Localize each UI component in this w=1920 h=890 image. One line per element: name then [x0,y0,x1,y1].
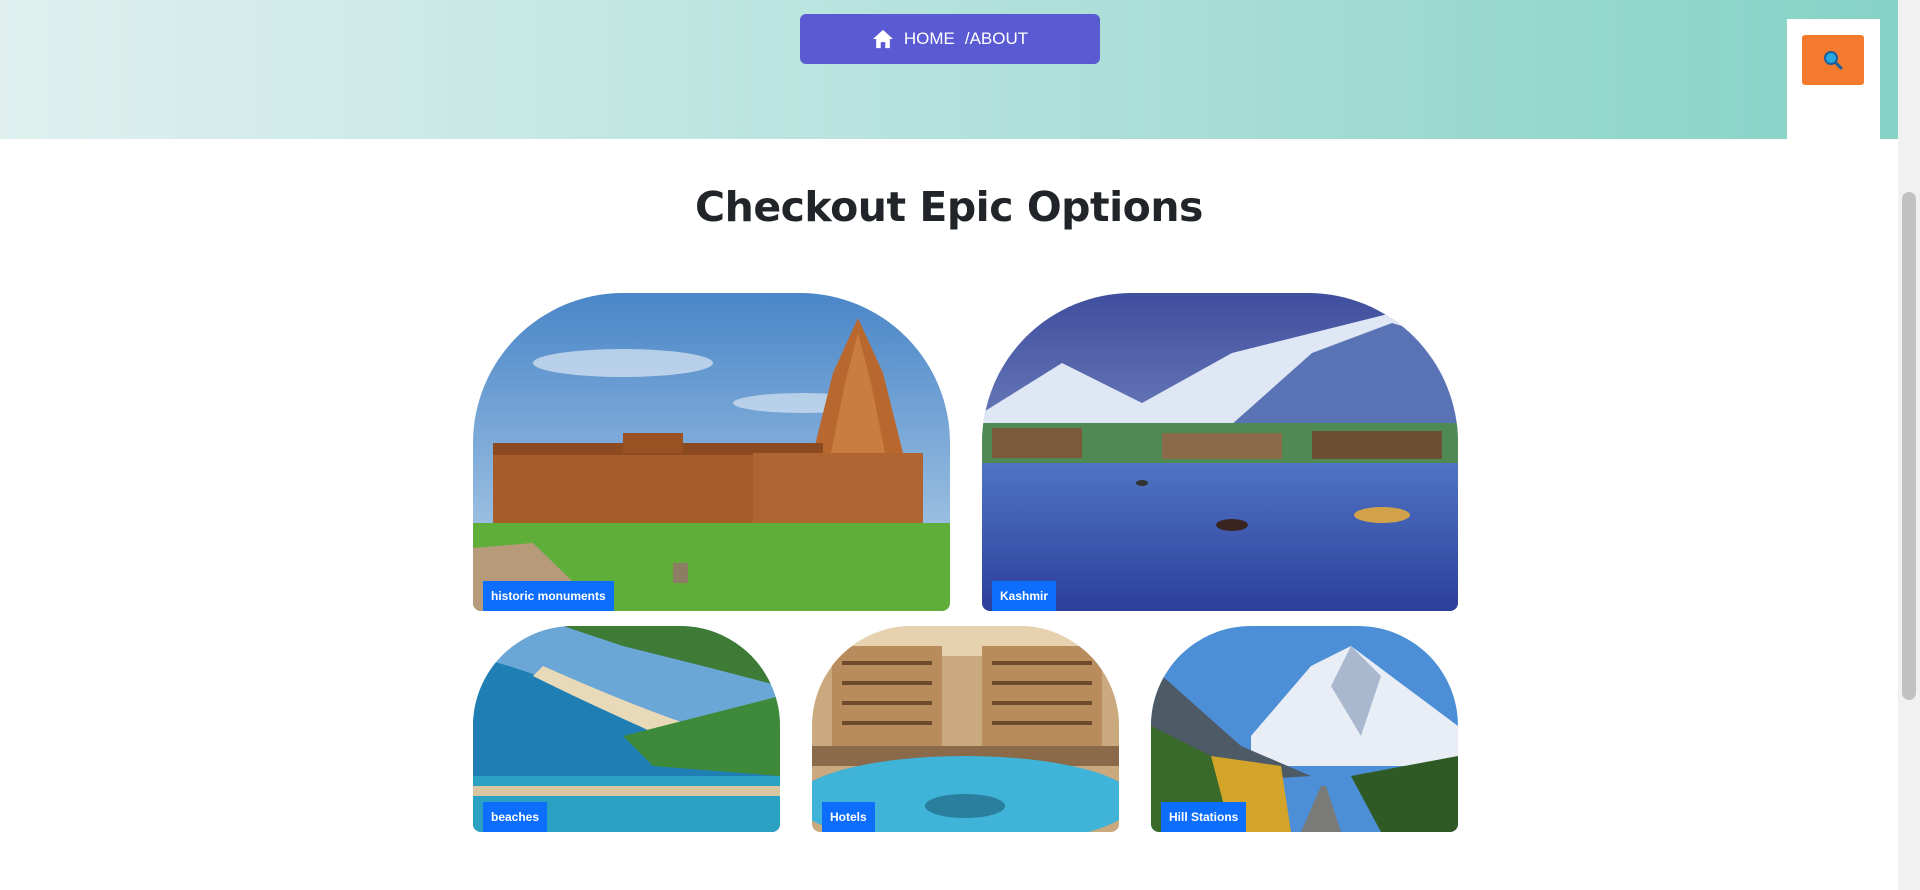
card-kashmir[interactable]: Kashmir [982,293,1458,611]
breadcrumb[interactable]: HOME /ABOUT [800,14,1100,64]
card-historic-monuments[interactable]: historic monuments [473,293,950,611]
card-hill-stations[interactable]: Hill Stations [1151,626,1458,832]
card-label: Hill Stations [1161,802,1247,832]
card-hotels[interactable]: Hotels [812,626,1119,832]
scrollbar[interactable] [1898,0,1920,890]
search-button[interactable] [1802,35,1864,85]
home-icon [872,29,893,49]
breadcrumb-home-link[interactable]: HOME [904,29,955,49]
card-label: Hotels [822,802,875,832]
scrollbar-thumb[interactable] [1902,192,1916,700]
search-icon [1824,51,1843,70]
card-label: beaches [483,802,548,832]
section-title: Checkout Epic Options [695,183,1203,231]
card-beaches[interactable]: beaches [473,626,780,832]
card-label: historic monuments [483,581,614,611]
temple-image [473,293,950,611]
breadcrumb-current: /ABOUT [964,29,1029,48]
lake-image [982,293,1458,611]
search-panel [1787,19,1880,139]
card-label: Kashmir [992,581,1057,611]
